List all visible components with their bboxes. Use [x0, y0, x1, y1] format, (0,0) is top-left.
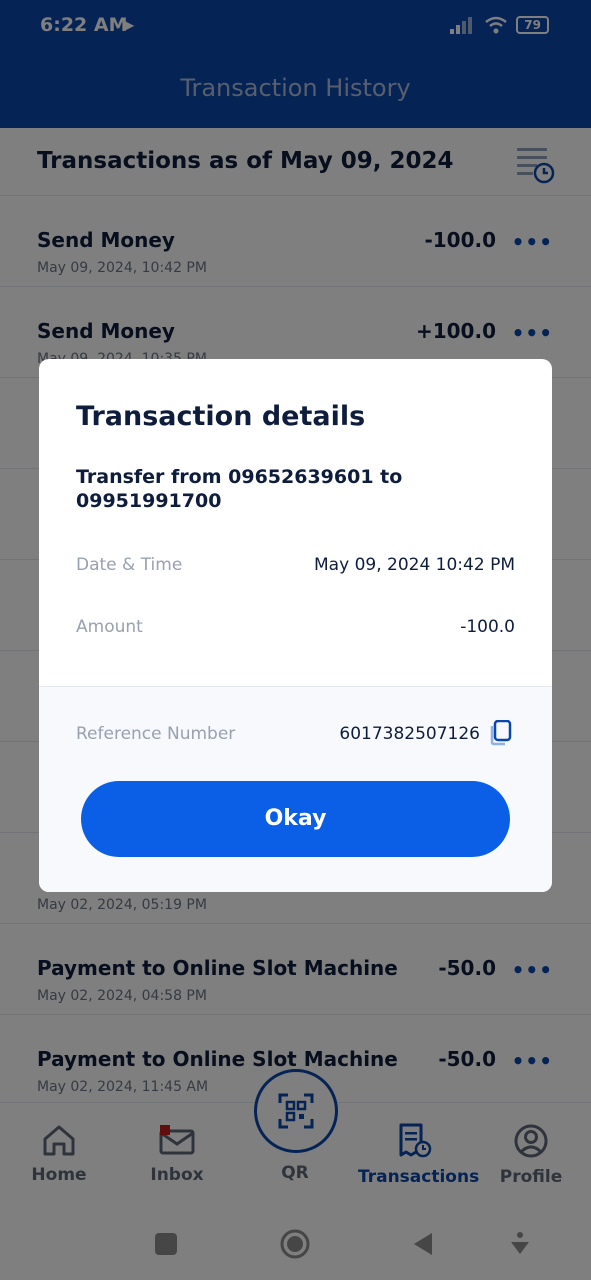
copy-icon[interactable] [488, 720, 512, 746]
date-time-value: May 09, 2024 10:42 PM [314, 555, 515, 575]
transaction-details-dialog: Transaction details Transfer from 096526… [39, 359, 552, 892]
dialog-title: Transaction details [76, 401, 366, 432]
transfer-description: Transfer from 09652639601 to 09951991700 [76, 466, 403, 512]
reference-number-label: Reference Number [76, 724, 236, 744]
date-time-label: Date & Time [76, 555, 183, 575]
okay-button[interactable]: Okay [81, 781, 510, 857]
amount-label: Amount [76, 617, 143, 637]
reference-number-value: 6017382507126 [339, 724, 480, 744]
amount-value: -100.0 [460, 617, 515, 637]
dialog-footer: Reference Number 6017382507126 Okay [39, 686, 552, 892]
